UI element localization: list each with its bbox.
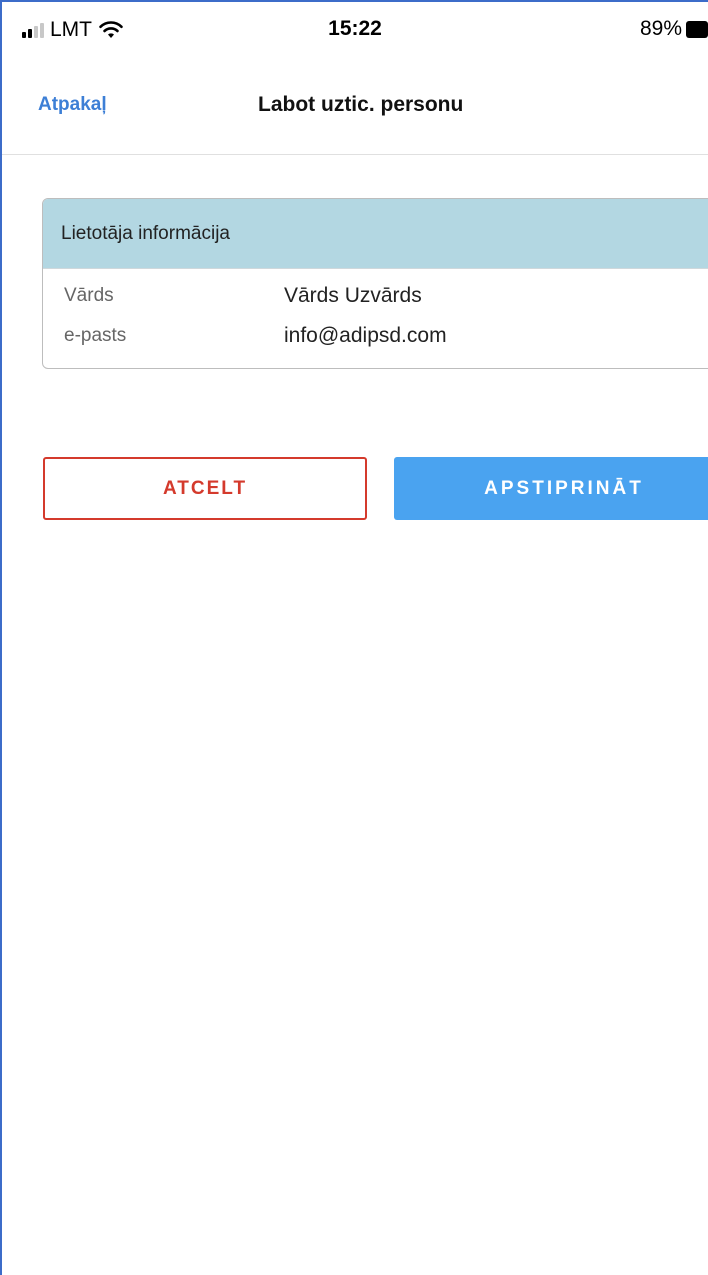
confirm-button[interactable]: APSTIPRINĀT (394, 457, 708, 520)
user-info-card: Lietotāja informācija Vārds Vārds Uzvārd… (42, 198, 708, 369)
navigation-bar: Atpakaļ Labot uztic. personu (2, 58, 708, 155)
status-right: 89% (640, 17, 708, 41)
status-bar: LMT 15:22 89% (2, 2, 708, 58)
name-label: Vārds (64, 285, 114, 306)
cancel-button[interactable]: ATCELT (43, 457, 367, 520)
page-title: Labot uztic. personu (258, 93, 464, 116)
name-value: Vārds Uzvārds (284, 284, 422, 307)
card-header: Lietotāja informācija (43, 199, 708, 269)
info-row-name: Vārds Vārds Uzvārds (43, 276, 708, 316)
info-row-email: e-pasts info@adipsd.com (43, 316, 708, 356)
battery-percent: 89% (639, 17, 682, 40)
back-button[interactable]: Atpakaļ (38, 94, 107, 116)
app-screen: LMT 15:22 89% Atpakaļ Labot uztic. perso… (0, 0, 708, 1275)
status-time: 15:22 (328, 17, 382, 40)
battery-icon (686, 20, 708, 38)
email-label: e-pasts (64, 325, 127, 346)
email-value: info@adipsd.com (284, 324, 447, 347)
